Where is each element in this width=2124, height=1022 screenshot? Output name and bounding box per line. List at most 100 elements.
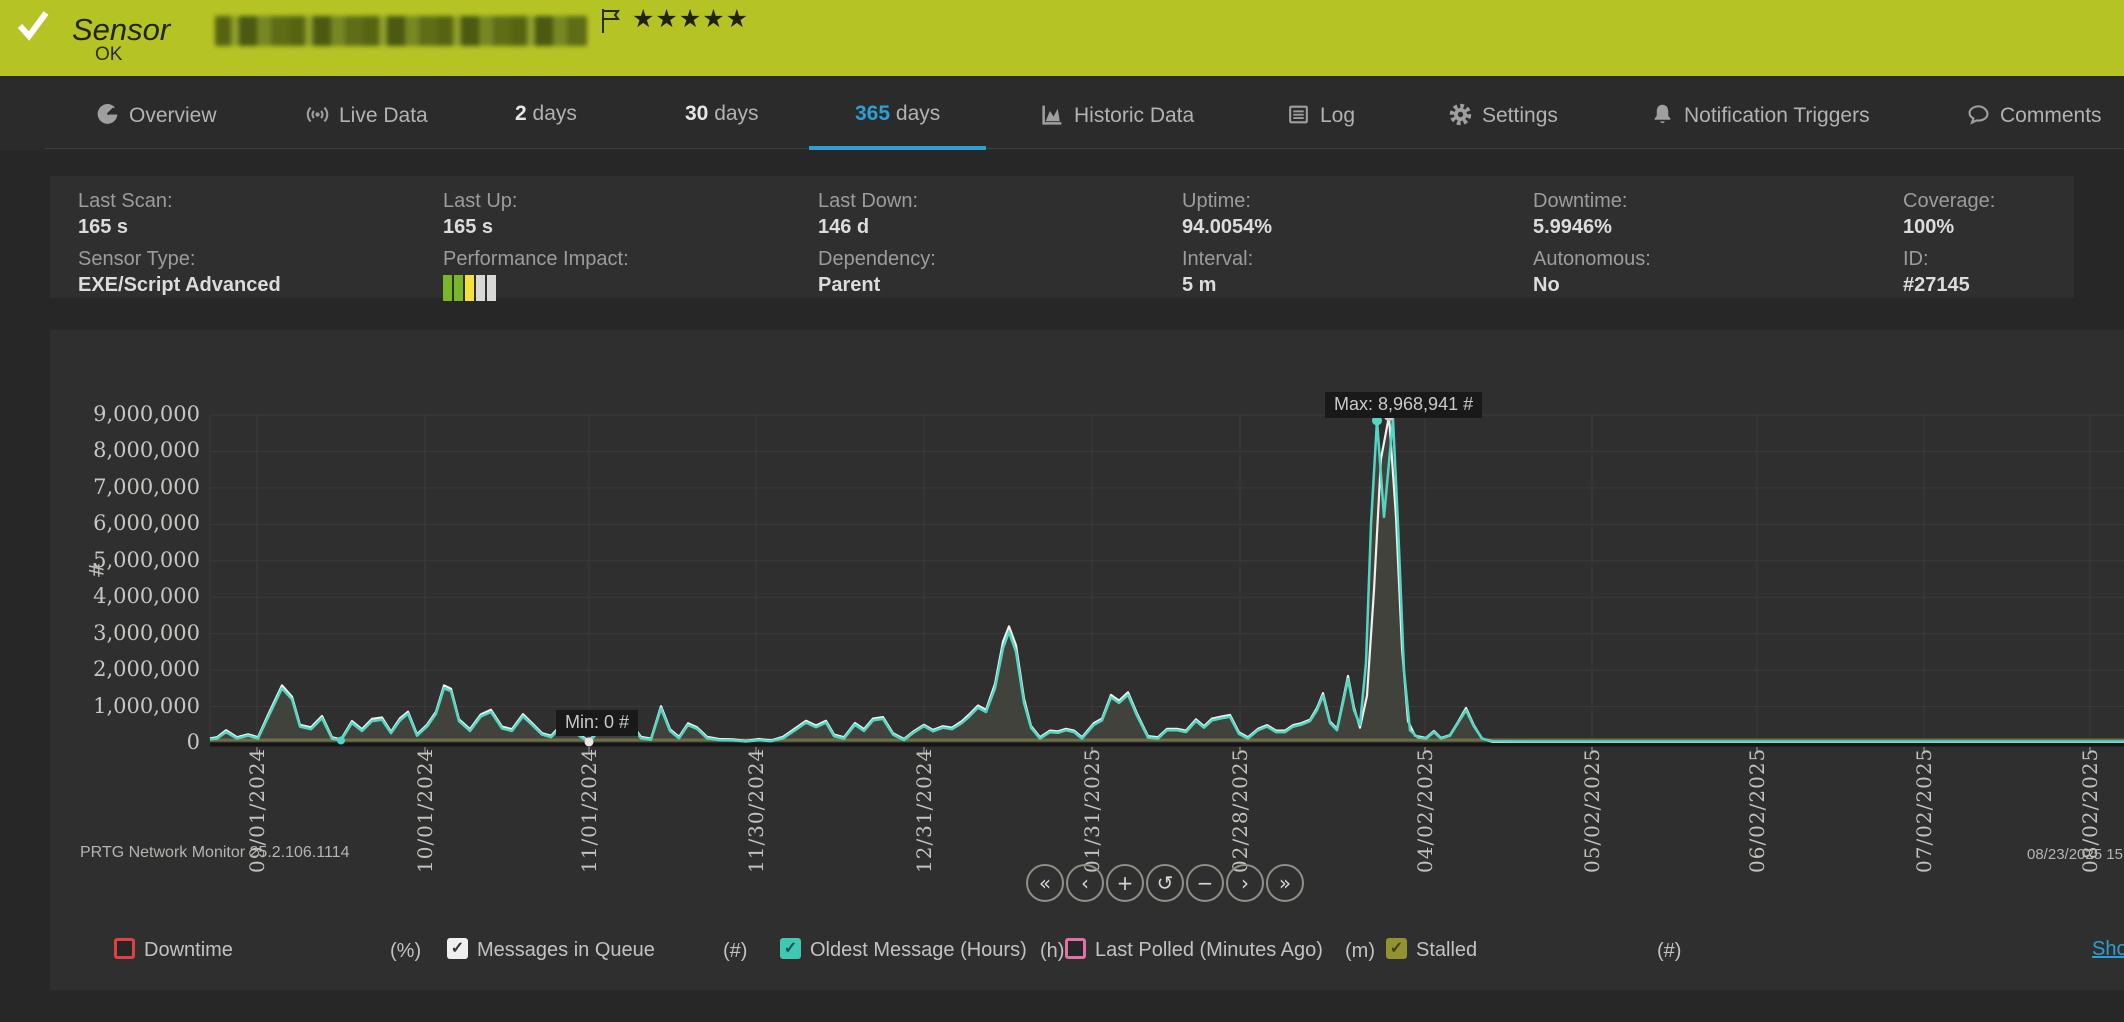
info-value: EXE/Script Advanced <box>78 274 281 297</box>
legend-checkbox-oldest-message-hours[interactable]: ✓ <box>780 938 801 959</box>
priority-stars[interactable]: ★★★★★ <box>632 4 749 34</box>
info-label: Last Up: <box>443 190 517 213</box>
info-label: ID: <box>1903 248 1970 271</box>
info-label: Autonomous: <box>1533 248 1651 271</box>
graph-timestamp: 08/23/2025 15:58 <box>2027 846 2124 863</box>
tab-log[interactable]: Log <box>1286 102 1355 132</box>
info-value: 5 m <box>1182 274 1253 297</box>
y-axis-tick-label: 8,000,000 <box>80 438 200 462</box>
tab-label: Settings <box>1482 104 1558 127</box>
y-axis-tick-label: 6,000,000 <box>80 511 200 535</box>
info-value: 94.0054% <box>1182 216 1272 239</box>
log-icon <box>1286 102 1311 127</box>
forward-button[interactable]: › <box>1226 864 1264 902</box>
bell-icon <box>1650 102 1675 127</box>
info-value: 5.9946% <box>1533 216 1627 239</box>
info-value: 100% <box>1903 216 1995 239</box>
tab-label: days <box>896 102 940 125</box>
sensor-status-text: OK <box>95 44 122 66</box>
tab-historic-data[interactable]: Historic Data <box>1040 102 1194 132</box>
tab-label: Log <box>1320 104 1355 127</box>
y-axis-tick-label: 1,000,000 <box>80 694 200 718</box>
x-axis-tick-label: 12/31/2024 <box>912 748 936 873</box>
tab-label: Comments <box>2000 104 2102 127</box>
tab-range-number: 2 <box>515 102 527 125</box>
sensor-name-redacted <box>215 16 587 46</box>
info-value: #27145 <box>1903 274 1970 297</box>
tab-days[interactable]: 2 days <box>515 102 577 132</box>
info-downtime: Downtime: 5.9946% <box>1533 190 1627 239</box>
info-label: Coverage: <box>1903 190 1995 213</box>
x-axis-tick-label: 05/02/2025 <box>1580 748 1604 873</box>
info-label: Dependency: <box>818 248 936 271</box>
x-axis-tick-label: 07/02/2025 <box>1912 748 1936 873</box>
priority-flag-icon[interactable] <box>600 8 622 34</box>
tab-notification-triggers[interactable]: Notification Triggers <box>1650 102 1870 132</box>
legend-checkbox-last-polled-minutes-ago[interactable] <box>1065 938 1086 959</box>
historic-data-icon <box>1040 102 1065 127</box>
show-link[interactable]: Show <box>2092 938 2124 961</box>
zoom-in-button[interactable]: + <box>1106 864 1144 902</box>
tab-label: Historic Data <box>1074 104 1194 127</box>
reset-button[interactable]: ↺ <box>1146 864 1184 902</box>
info-label: Sensor Type: <box>78 248 281 271</box>
info-autonomous: Autonomous: No <box>1533 248 1651 297</box>
legend-label-stalled[interactable]: Stalled <box>1416 939 1477 962</box>
legend-unit-messages-in-queue: (#) <box>723 940 747 963</box>
legend-label-oldest-message-hours[interactable]: Oldest Message (Hours) <box>810 939 1027 962</box>
back-button[interactable]: ‹ <box>1066 864 1104 902</box>
legend-unit-last-polled-minutes-ago: (m) <box>1345 940 1375 963</box>
tab-label: days <box>714 102 758 125</box>
tab-days[interactable]: 30 days <box>685 102 759 132</box>
prtg-version-text: PRTG Network Monitor 25.2.106.1114 <box>80 844 349 862</box>
tab-label: Notification Triggers <box>1684 104 1870 127</box>
x-axis-tick-label: 04/02/2025 <box>1413 748 1437 873</box>
legend-label-last-polled-minutes-ago[interactable]: Last Polled (Minutes Ago) <box>1095 939 1323 962</box>
info-id: ID: #27145 <box>1903 248 1970 297</box>
x-axis-tick-label: 10/01/2024 <box>413 748 437 873</box>
max-annotation: Max: 8,968,941 # <box>1325 392 1482 418</box>
info-label: Last Down: <box>818 190 918 213</box>
info-label: Last Scan: <box>78 190 173 213</box>
legend-unit-downtime: (%) <box>390 940 421 963</box>
x-axis-tick-label: 11/01/2024 <box>577 748 601 873</box>
tab-label: Overview <box>129 104 217 127</box>
performance-impact-bars <box>443 275 629 301</box>
info-label: Downtime: <box>1533 190 1627 213</box>
legend-checkbox-messages-in-queue[interactable]: ✓ <box>447 938 468 959</box>
fast-forward-button[interactable]: » <box>1266 864 1304 902</box>
info-value: 165 s <box>443 216 517 239</box>
legend-unit-oldest-message-hours: (h) <box>1040 940 1064 963</box>
tab-live-data[interactable]: Live Data <box>305 102 428 132</box>
x-axis-tick-label: 01/31/2025 <box>1080 748 1104 873</box>
min-annotation: Min: 0 # <box>556 710 638 736</box>
tab-label: days <box>533 102 577 125</box>
info-interval: Interval:5 m <box>1182 248 1253 297</box>
info-dependency: Dependency:Parent <box>818 248 936 297</box>
x-axis-tick-label: 06/02/2025 <box>1745 748 1769 873</box>
graph-navigation: «‹+↺−›» <box>1026 864 1304 902</box>
tab-label: Live Data <box>339 104 428 127</box>
fast-back-button[interactable]: « <box>1026 864 1064 902</box>
legend-checkbox-downtime[interactable] <box>114 938 135 959</box>
tab-days[interactable]: 365 days <box>855 102 940 132</box>
info-value: 146 d <box>818 216 918 239</box>
legend-label-downtime[interactable]: Downtime <box>144 939 233 962</box>
info-value: No <box>1533 274 1651 297</box>
zoom-out-button[interactable]: − <box>1186 864 1224 902</box>
tab-separator <box>45 148 2124 149</box>
tab-comments[interactable]: Comments <box>1966 102 2102 132</box>
info-last-down: Last Down: 146 d <box>818 190 918 239</box>
y-axis-tick-label: 9,000,000 <box>80 402 200 426</box>
y-axis-unit-label: # <box>84 562 108 579</box>
tab-overview[interactable]: Overview <box>95 102 217 132</box>
live-data-icon <box>305 102 330 127</box>
legend-label-messages-in-queue[interactable]: Messages in Queue <box>477 939 655 962</box>
legend-checkbox-stalled[interactable]: ✓ <box>1386 938 1407 959</box>
x-axis-tick-label: 02/28/2025 <box>1228 748 1252 873</box>
info-value: 165 s <box>78 216 173 239</box>
y-axis-tick-label: 2,000,000 <box>80 657 200 681</box>
y-axis-tick-label: 4,000,000 <box>80 584 200 608</box>
tab-settings[interactable]: Settings <box>1448 102 1558 132</box>
info-performance-impact: Performance Impact: <box>443 248 629 301</box>
